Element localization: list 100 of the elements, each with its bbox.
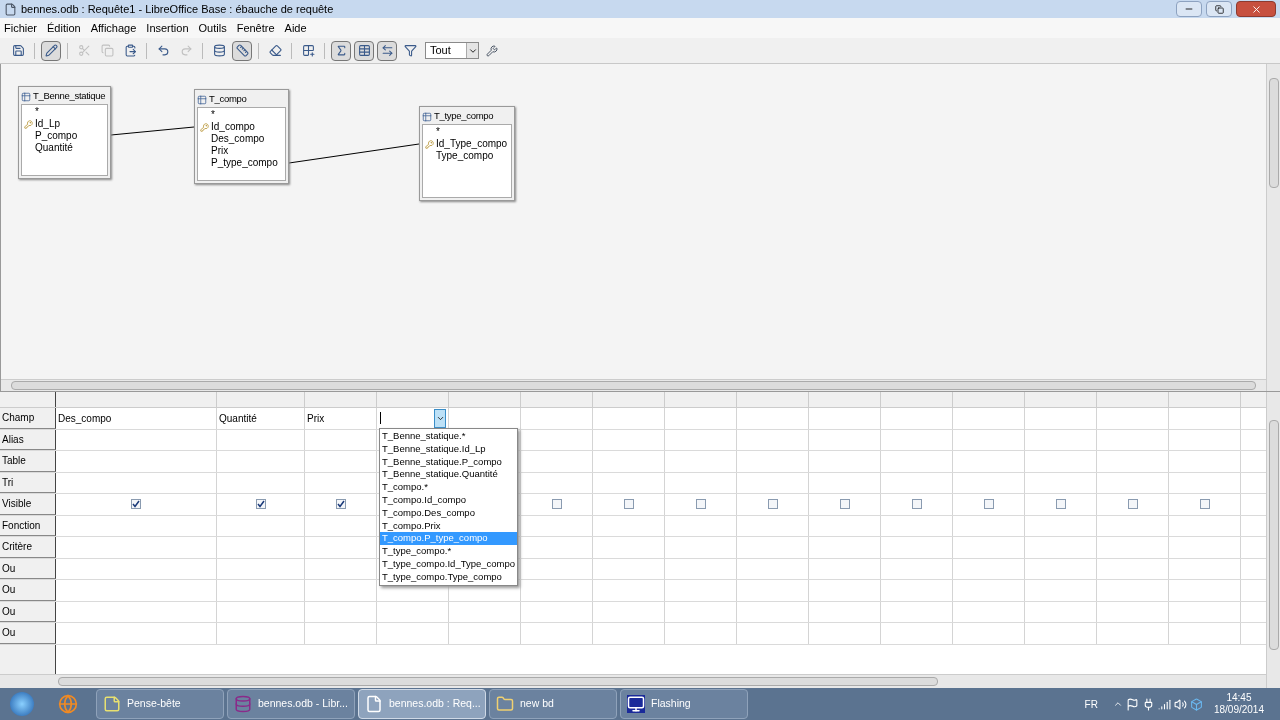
- show-hidden-icons-icon[interactable]: [1112, 699, 1123, 709]
- field-item[interactable]: P_type_compo: [200, 157, 283, 169]
- field-name: Prix: [211, 145, 229, 157]
- language-indicator[interactable]: FR: [1084, 696, 1098, 712]
- edit-button[interactable]: [41, 40, 61, 61]
- network-icon[interactable]: [1157, 697, 1171, 711]
- field-name: Quantité: [35, 142, 73, 154]
- taskbar-button[interactable]: new bd: [489, 689, 617, 719]
- field-name: Des_compo: [211, 133, 265, 145]
- table-title: T_compo: [209, 92, 247, 107]
- checkbox[interactable]: [839, 499, 850, 510]
- dropdown-item[interactable]: T_Benne_statique.*: [380, 430, 517, 443]
- checkbox[interactable]: [983, 499, 994, 510]
- alias-button[interactable]: [377, 40, 397, 61]
- clock-time[interactable]: 14:45: [1226, 692, 1252, 704]
- menu-item[interactable]: Aide: [284, 19, 307, 37]
- grid-cell[interactable]: Des_compo: [56, 408, 217, 429]
- table-icon: [422, 111, 432, 122]
- field-item[interactable]: P_compo: [24, 130, 105, 142]
- table-window[interactable]: T_compo * Id_compo Des_compo Prix P_type_compo: [194, 89, 289, 184]
- ruler-icon: [235, 44, 249, 57]
- checkbox[interactable]: [767, 499, 778, 510]
- checkbox[interactable]: [131, 499, 141, 510]
- dropdown-item[interactable]: T_compo.*: [380, 481, 517, 494]
- dropdown-item[interactable]: T_type_compo.*: [380, 545, 517, 558]
- save-icon: [11, 44, 25, 57]
- field-item[interactable]: *: [200, 109, 283, 121]
- globe-icon: [58, 694, 78, 714]
- dropdown-item[interactable]: T_Benne_statique.Id_Lp: [380, 442, 517, 456]
- close-icon: [1250, 3, 1262, 15]
- taskbar-button[interactable]: bennes.odb - Libr...: [227, 689, 355, 719]
- redo-icon: [179, 44, 193, 57]
- checkbox[interactable]: [911, 499, 922, 510]
- checkbox[interactable]: [335, 499, 346, 510]
- checkbox[interactable]: [551, 499, 562, 510]
- checkbox[interactable]: [255, 499, 266, 510]
- box-icon[interactable]: [1189, 697, 1203, 711]
- table-icon: [197, 94, 207, 105]
- clock-date[interactable]: 18/09/2014: [1213, 704, 1264, 716]
- limit-combobox[interactable]: Tout: [425, 42, 479, 59]
- checkbox[interactable]: [1055, 499, 1066, 510]
- table-window[interactable]: T_Benne_statique * Id_Lp P_compo Quantité: [18, 86, 111, 179]
- field-item[interactable]: *: [24, 106, 105, 118]
- window-title: bennes.odb : Requête1 - LibreOffice Base : ébauche de requête: [21, 1, 335, 17]
- horizontal-scrollbar[interactable]: [0, 674, 1266, 688]
- checkbox[interactable]: [623, 499, 634, 510]
- menu-item[interactable]: Édition: [47, 19, 81, 37]
- vertical-scrollbar[interactable]: [1266, 64, 1280, 391]
- arrows-icon: [380, 44, 394, 57]
- menu-item[interactable]: Fenêtre: [236, 19, 275, 37]
- taskbar-button[interactable]: Flashing: [620, 689, 748, 719]
- field-item[interactable]: Des_compo: [200, 133, 283, 145]
- restore-button[interactable]: [1206, 1, 1232, 17]
- volume-icon[interactable]: [1173, 697, 1187, 711]
- menu-item[interactable]: Outils: [198, 19, 227, 37]
- menu-item[interactable]: Fichier: [4, 19, 37, 37]
- grid-cell[interactable]: Quantité: [217, 408, 305, 429]
- checkbox[interactable]: [1127, 499, 1138, 510]
- dropdown-item[interactable]: T_compo.Des_compo: [380, 506, 517, 520]
- row-header: Critère: [0, 537, 56, 558]
- minimize-button[interactable]: [1176, 1, 1202, 17]
- field-item[interactable]: *: [425, 126, 509, 138]
- horizontal-scrollbar[interactable]: [1, 379, 1266, 391]
- pencil-icon: [44, 44, 58, 57]
- dropdown-item[interactable]: T_type_compo.Type_compo: [380, 570, 517, 584]
- taskbar-button[interactable]: Pense-bête: [96, 689, 224, 719]
- field-name: Id_Lp: [35, 118, 61, 130]
- flag-icon[interactable]: [1125, 697, 1139, 711]
- menu-item[interactable]: Insertion: [146, 19, 189, 37]
- checkbox[interactable]: [1199, 499, 1210, 510]
- undo-icon: [156, 44, 170, 57]
- key-icon: [200, 122, 209, 132]
- key-icon: [425, 139, 434, 149]
- design-view-button[interactable]: [232, 40, 252, 61]
- table-icon: [21, 91, 31, 102]
- field-item[interactable]: Type_compo: [425, 150, 509, 162]
- table-name-button[interactable]: [354, 40, 374, 61]
- menu-item[interactable]: Affichage: [90, 19, 137, 37]
- field-name: *: [436, 126, 440, 138]
- field-item[interactable]: Id_Lp: [24, 118, 105, 130]
- close-button[interactable]: [1236, 1, 1276, 17]
- field-item[interactable]: Prix: [200, 145, 283, 157]
- dropdown-item[interactable]: T_Benne_statique.Quantité: [380, 468, 517, 482]
- database-icon: [212, 44, 226, 57]
- table-window[interactable]: T_type_compo * Id_Type_compo Type_compo: [419, 106, 515, 201]
- grid-cell[interactable]: Prix: [305, 408, 377, 429]
- functions-button[interactable]: [331, 40, 351, 61]
- row-header: Tri: [0, 472, 56, 493]
- field-item[interactable]: Quantité: [24, 142, 105, 154]
- dropdown-item[interactable]: T_compo.Id_compo: [380, 494, 517, 507]
- row-header: Alias: [0, 429, 56, 450]
- field-item[interactable]: Id_compo: [200, 121, 283, 133]
- checkbox[interactable]: [695, 499, 706, 510]
- dropdown-item[interactable]: T_compo.Prix: [380, 519, 517, 533]
- vertical-scrollbar[interactable]: [1266, 392, 1280, 688]
- dropdown-item[interactable]: T_Benne_statique.P_compo: [380, 455, 517, 469]
- dropdown-item[interactable]: T_type_compo.Id_Type_compo: [380, 557, 517, 571]
- field-name: Id_compo: [211, 121, 255, 133]
- field-name: Type_compo: [436, 150, 494, 162]
- row-header: Visible: [0, 494, 56, 515]
